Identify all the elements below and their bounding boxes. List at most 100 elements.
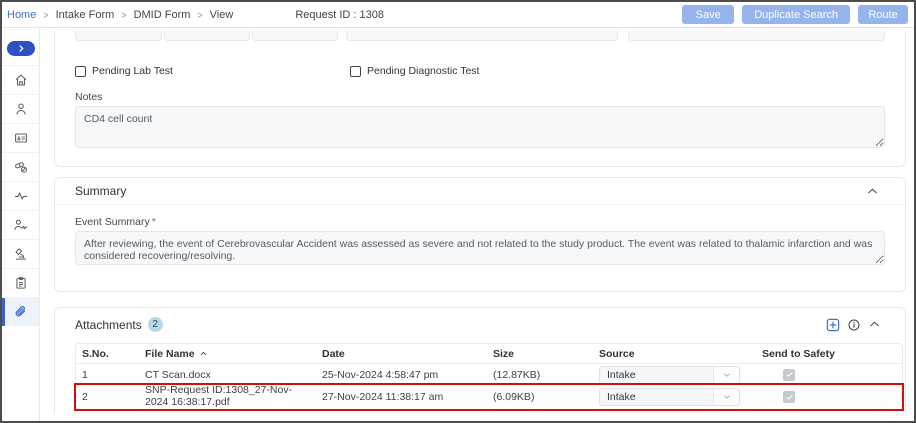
pending-lab-test-checkbox[interactable]: Pending Lab Test	[75, 65, 350, 77]
attachments-table: S.No. File Name Date Size Source Send to…	[75, 343, 903, 410]
info-icon[interactable]	[847, 318, 861, 332]
cutoff-field	[164, 31, 250, 41]
sidebar-expand-button[interactable]	[7, 41, 35, 56]
source-select-value: Intake	[600, 367, 713, 383]
row-file-name: SNP-Request ID:1308_27-Nov-2024 16:38:17…	[139, 385, 316, 408]
cutoff-field	[346, 31, 618, 41]
attachments-count-badge: 2	[148, 317, 163, 332]
breadcrumb-dmid-form[interactable]: DMID Form	[134, 9, 191, 21]
col-header-size: Size	[487, 348, 593, 360]
breadcrumb-separator: >	[197, 9, 202, 21]
notes-label: Notes	[75, 91, 885, 103]
chevron-down-icon	[713, 367, 739, 383]
attachments-table-header: S.No. File Name Date Size Source Send to…	[76, 344, 902, 364]
col-header-sno: S.No.	[76, 348, 139, 360]
sidebar-item-activity[interactable]	[2, 181, 39, 210]
summary-header: Summary	[55, 178, 905, 205]
chevron-up-icon	[866, 185, 879, 198]
pending-diagnostic-test-label: Pending Diagnostic Test	[367, 65, 479, 77]
sidebar-item-id-card[interactable]	[2, 123, 39, 152]
col-header-send-to-safety: Send to Safety	[756, 348, 902, 360]
id-card-icon	[13, 130, 29, 146]
notes-field-group: Notes CD4 cell count	[75, 91, 885, 148]
row-send-to-safety-cell	[756, 391, 902, 403]
breadcrumb-separator: >	[43, 9, 48, 21]
event-summary-label: Event Summary*	[75, 216, 885, 228]
source-select[interactable]: Intake	[599, 388, 740, 406]
request-id: Request ID : 1308	[295, 9, 384, 21]
pending-lab-test-label: Pending Lab Test	[92, 65, 173, 77]
attachments-title: Attachments	[75, 318, 142, 332]
sidebar	[2, 28, 40, 421]
row-size: (12.87KB)	[487, 369, 593, 381]
breadcrumb-separator: >	[121, 9, 126, 21]
col-header-date: Date	[316, 348, 487, 360]
attachments-section: Attachments 2 S.No. File Name	[54, 307, 906, 414]
summary-section: Summary Event Summary* After reviewing, …	[54, 177, 906, 292]
cutoff-field	[628, 31, 885, 41]
microscope-icon	[13, 246, 29, 262]
chevron-up-icon[interactable]	[868, 318, 881, 331]
breadcrumb: Home > Intake Form > DMID Form > View	[7, 9, 233, 21]
attachment-row-2-highlighted[interactable]: 2 SNP-Request ID:1308_27-Nov-2024 16:38:…	[76, 385, 902, 409]
app-window: Home > Intake Form > DMID Form > View Re…	[0, 0, 916, 423]
row-source-cell: Intake	[593, 388, 756, 406]
checkbox-icon[interactable]	[350, 66, 361, 77]
required-marker: *	[152, 216, 156, 228]
summary-body: Event Summary* After reviewing, the even…	[55, 205, 905, 291]
sidebar-item-clipboard[interactable]	[2, 268, 39, 297]
attachments-header: Attachments 2	[55, 308, 905, 339]
cutoff-field	[252, 31, 338, 41]
notes-textarea[interactable]: CD4 cell count	[75, 106, 885, 148]
cutoff-fields-row	[75, 31, 885, 41]
breadcrumb-home[interactable]: Home	[7, 9, 36, 21]
details-card: Pending Lab Test Pending Diagnostic Test…	[54, 31, 906, 167]
chevron-down-icon	[713, 389, 739, 405]
summary-title: Summary	[75, 184, 126, 198]
breadcrumb-view: View	[210, 9, 234, 21]
save-button[interactable]: Save	[682, 5, 734, 24]
user-activity-icon	[13, 217, 29, 233]
pills-icon	[13, 159, 29, 175]
row-size: (6.09KB)	[487, 391, 593, 403]
checkbox-icon[interactable]	[75, 66, 86, 77]
row-source-cell: Intake	[593, 366, 756, 384]
summary-collapse-button[interactable]	[866, 185, 879, 198]
sidebar-item-home[interactable]	[2, 65, 39, 94]
top-bar: Home > Intake Form > DMID Form > View Re…	[2, 2, 914, 28]
source-select[interactable]: Intake	[599, 366, 740, 384]
event-summary-textarea[interactable]: After reviewing, the event of Cerebrovas…	[75, 231, 885, 265]
chevron-right-icon	[16, 43, 27, 54]
send-to-safety-checkbox-checked-disabled	[783, 369, 795, 381]
row-date: 25-Nov-2024 4:58:47 pm	[316, 369, 487, 381]
send-to-safety-checkbox-checked-disabled	[783, 391, 795, 403]
breadcrumb-intake-form[interactable]: Intake Form	[56, 9, 115, 21]
sidebar-item-patient[interactable]	[2, 94, 39, 123]
activity-pulse-icon	[13, 188, 29, 204]
row-file-name: CT Scan.docx	[139, 369, 316, 381]
sidebar-item-medication[interactable]	[2, 152, 39, 181]
sidebar-item-physician[interactable]	[2, 210, 39, 239]
pending-diagnostic-test-checkbox[interactable]: Pending Diagnostic Test	[350, 65, 625, 77]
row-send-to-safety-cell	[756, 369, 902, 381]
pending-tests-row: Pending Lab Test Pending Diagnostic Test	[75, 65, 885, 77]
route-button[interactable]: Route	[858, 5, 908, 24]
attachment-row-1[interactable]: 1 CT Scan.docx 25-Nov-2024 4:58:47 pm (1…	[76, 364, 902, 385]
main-content: Pending Lab Test Pending Diagnostic Test…	[40, 28, 914, 421]
row-sno: 1	[76, 369, 139, 381]
clipboard-icon	[13, 275, 29, 291]
home-icon	[13, 72, 29, 88]
col-header-file-name[interactable]: File Name	[139, 348, 316, 360]
sort-asc-icon	[199, 349, 208, 358]
duplicate-search-button[interactable]: Duplicate Search	[742, 5, 850, 24]
paperclip-icon	[13, 304, 29, 320]
sidebar-item-lab[interactable]	[2, 239, 39, 268]
source-select-value: Intake	[600, 389, 713, 405]
row-date: 27-Nov-2024 11:38:17 am	[316, 391, 487, 403]
add-attachment-icon[interactable]	[826, 318, 840, 332]
col-header-source: Source	[593, 348, 756, 360]
cutoff-field	[75, 31, 162, 41]
header-actions: Save Duplicate Search Route	[682, 5, 908, 24]
sidebar-item-attachments[interactable]	[2, 297, 39, 326]
row-sno: 2	[76, 391, 139, 403]
